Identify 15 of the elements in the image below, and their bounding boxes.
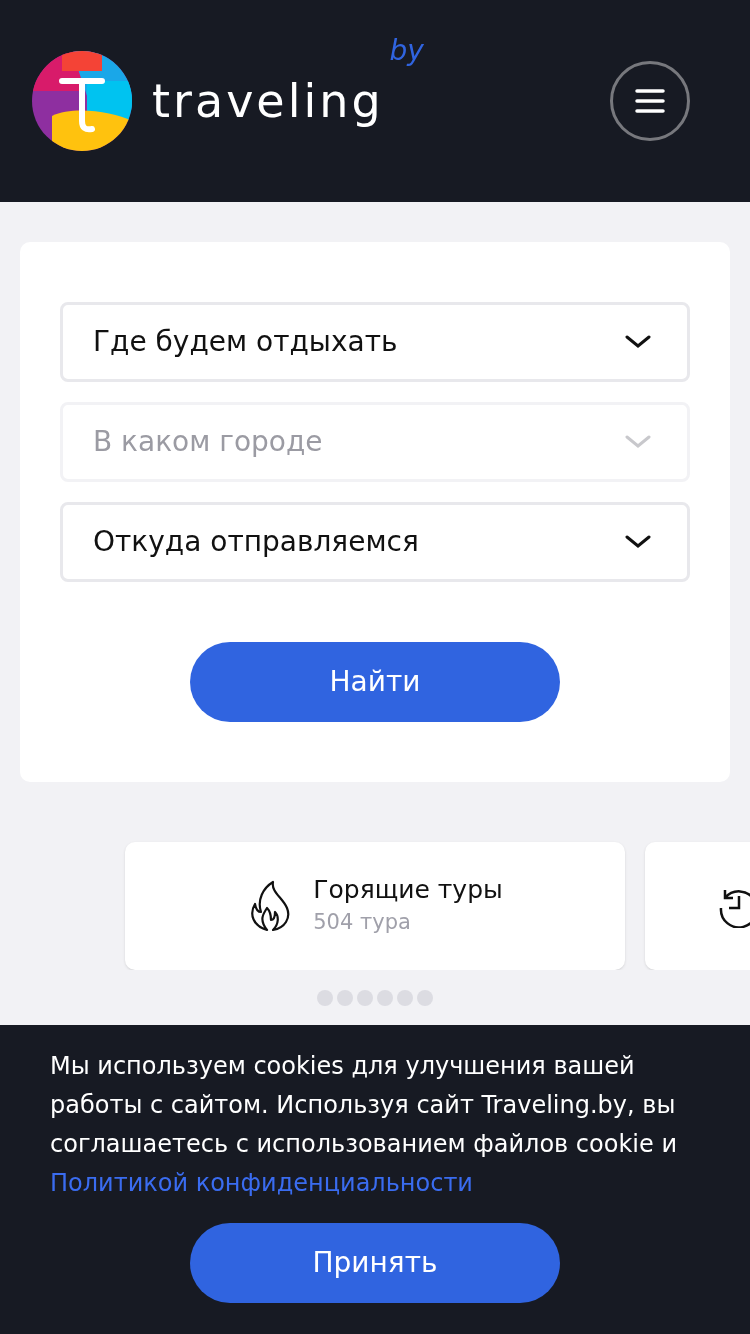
card-title: Горящие туры: [313, 874, 503, 907]
cookie-text: Мы используем cookies для улучшения вашей работы с сайтом. Используя сайт Traveling.by, вы соглашаетесь с использованием файлов cookie и Политикой конфиденциальности: [50, 1051, 678, 1199]
chevron-icon: [625, 335, 651, 349]
logo-suffix: by: [389, 37, 424, 65]
chevron-icon: [625, 535, 651, 549]
card-subtitle: 504 тура: [313, 909, 412, 937]
accept-button[interactable]: Принять: [190, 1223, 560, 1303]
menu-button[interactable]: [610, 61, 690, 141]
category-card[interactable]: Горящие туры 504 тура: [125, 842, 625, 970]
chevron-icon: [625, 435, 651, 449]
menu-icon: [635, 89, 665, 113]
search-button[interactable]: Найти: [190, 642, 560, 722]
select-field[interactable]: Откуда отправляемся: [60, 502, 690, 582]
privacy-link[interactable]: Политикой конфиденциальности: [50, 1169, 473, 1197]
select-field[interactable]: Где будем отдыхать: [60, 302, 690, 382]
